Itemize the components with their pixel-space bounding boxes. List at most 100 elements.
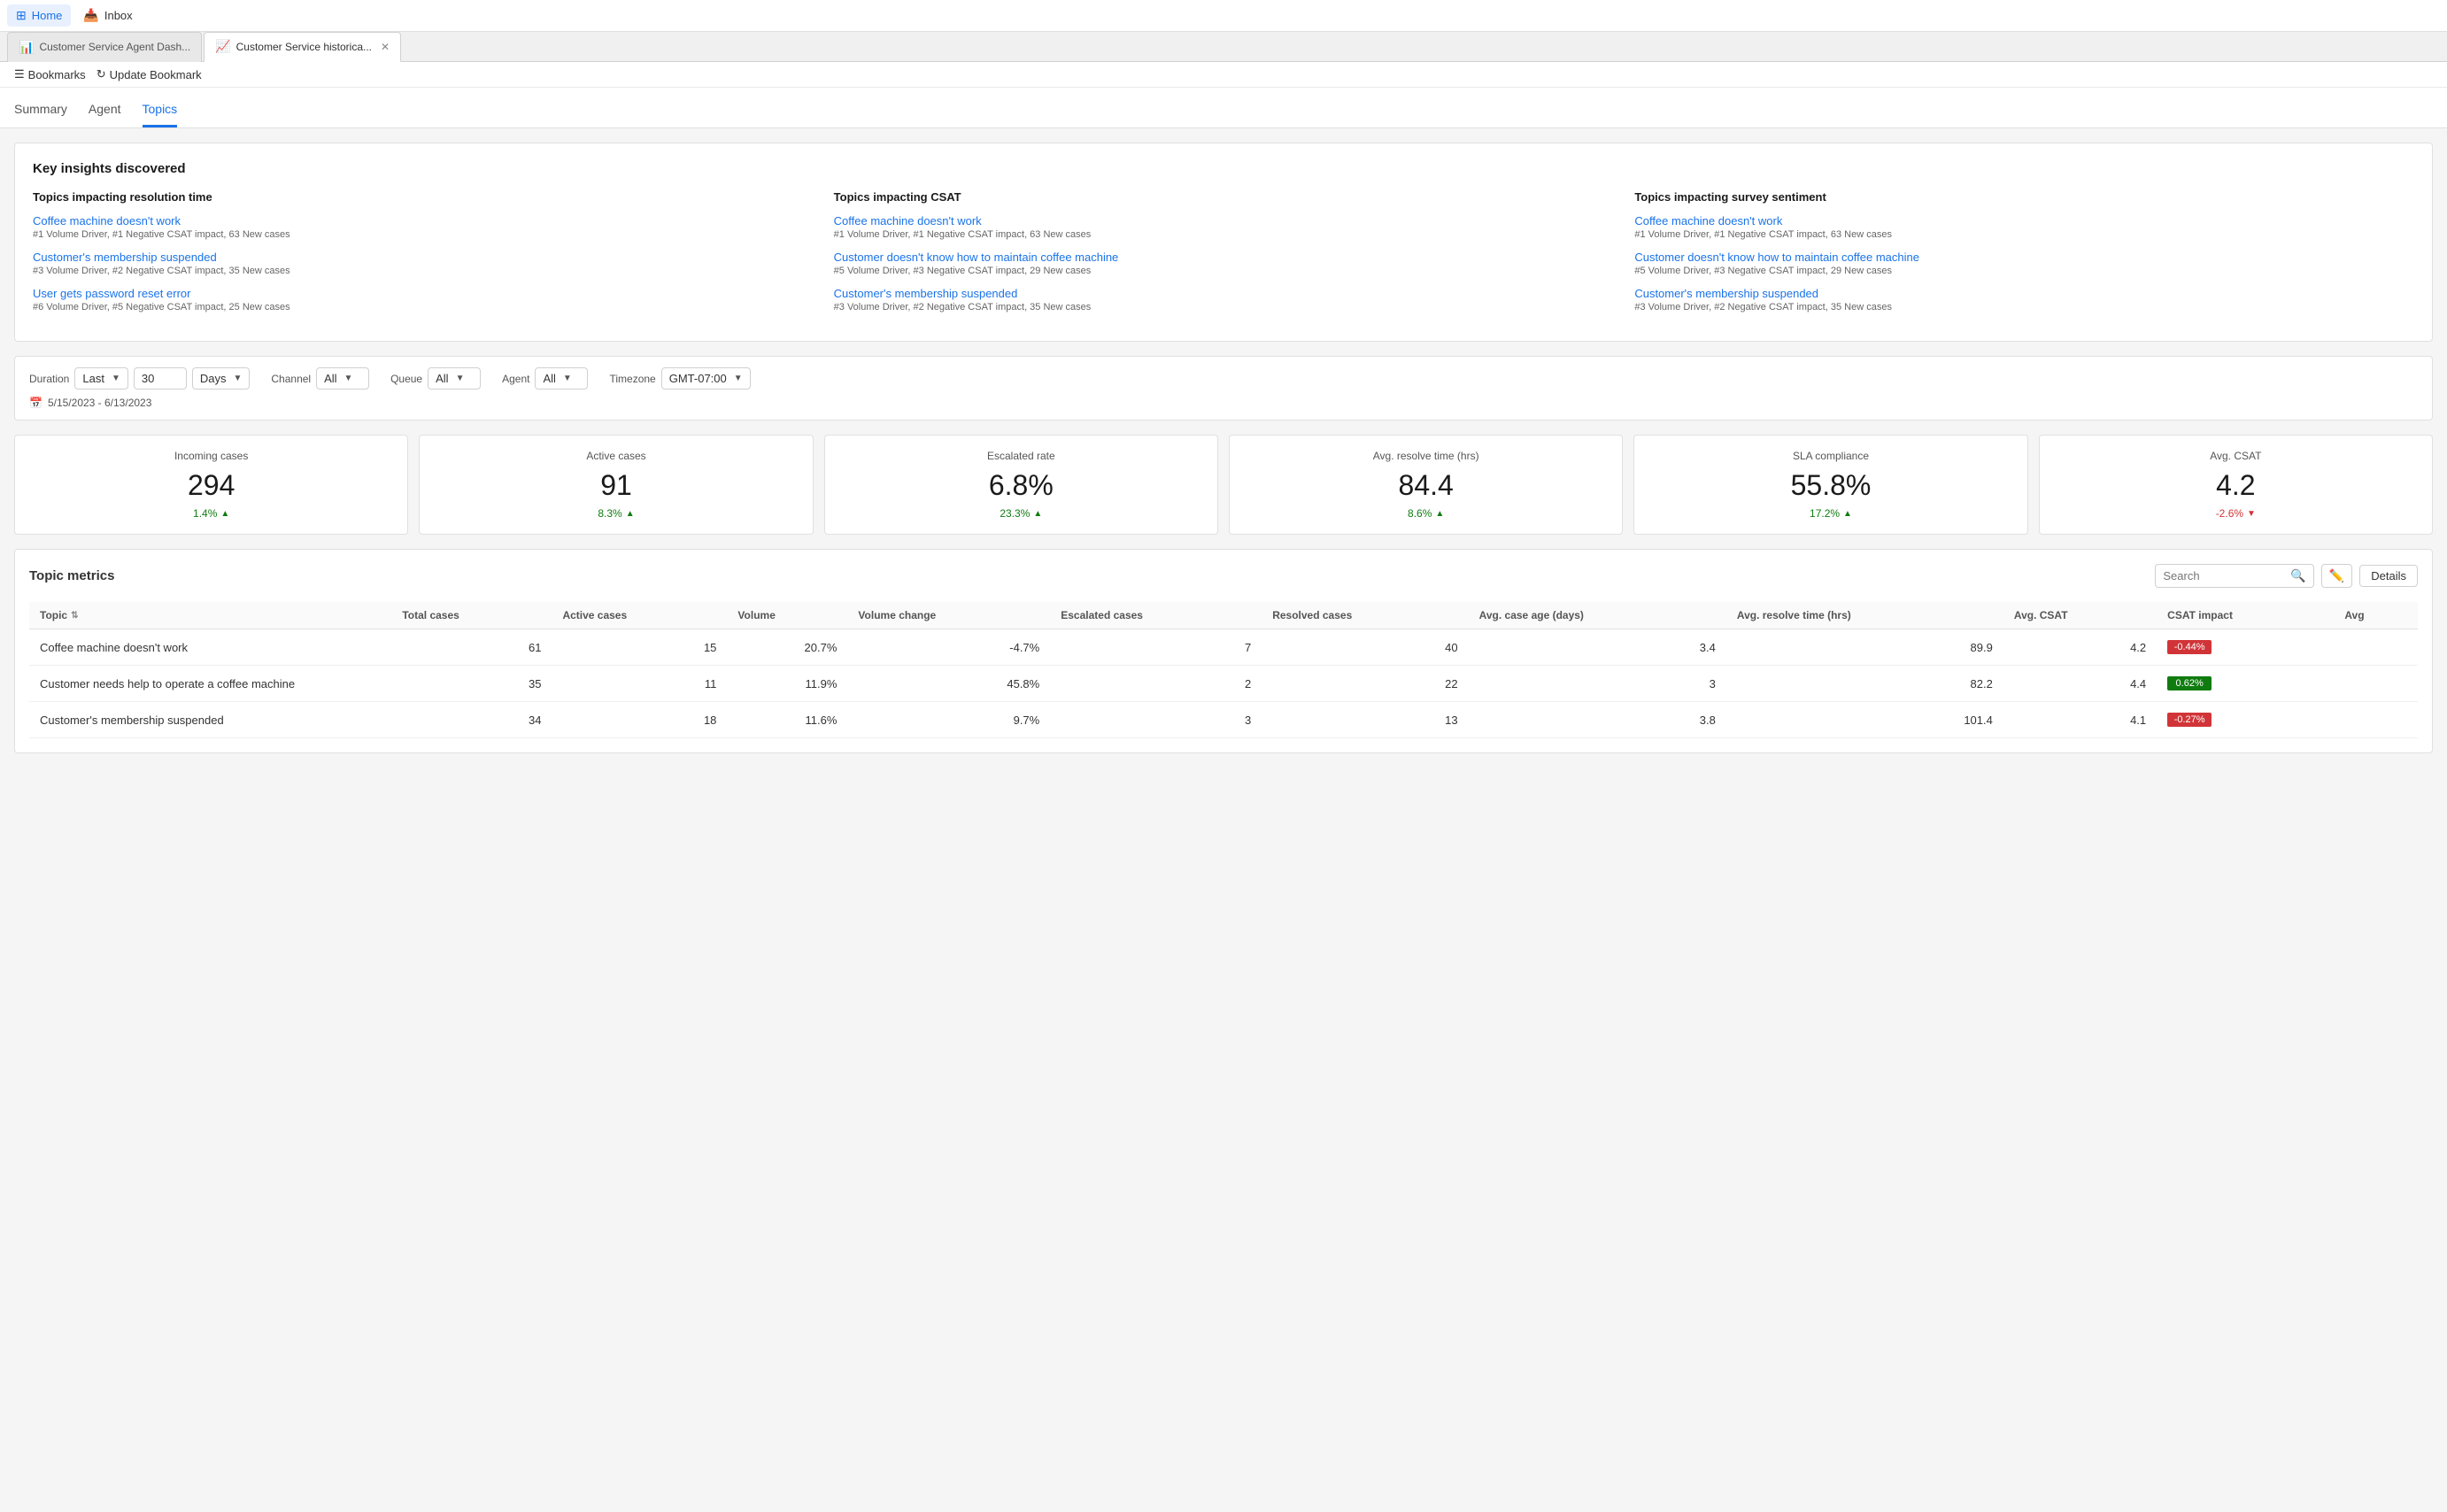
agent-label: Agent	[502, 373, 529, 385]
duration-suffix-select[interactable]: Days ▼	[192, 367, 251, 390]
th-avg-case-age: Avg. case age (days)	[1469, 602, 1726, 629]
edit-icon-button[interactable]: ✏️	[2321, 564, 2352, 588]
tab-topics[interactable]: Topics	[143, 95, 178, 127]
tab-agent[interactable]: Agent	[89, 95, 121, 127]
date-range-value: 5/15/2023 - 6/13/2023	[48, 397, 151, 409]
insight-link-3-1[interactable]: Coffee machine doesn't work	[1634, 214, 2414, 228]
cell-csat-impact: -0.44%	[2157, 629, 2334, 666]
table-body: Coffee machine doesn't work 61 15 20.7% …	[29, 629, 2418, 738]
insight-sub-1-3: #6 Volume Driver, #5 Negative CSAT impac…	[33, 302, 813, 312]
insight-link-1-2[interactable]: Customer's membership suspended	[33, 251, 813, 264]
agent-value: All	[543, 372, 555, 385]
topic-metrics-section: Topic metrics 🔍 ✏️ Details Topic	[14, 549, 2433, 753]
topic-metrics-table: Topic ⇅ Total cases Active cases	[29, 602, 2418, 738]
cell-avg-extra	[2334, 629, 2418, 666]
home-nav-button[interactable]: ⊞ Home	[7, 4, 71, 27]
insights-col-csat: Topics impacting CSAT Coffee machine doe…	[834, 190, 1614, 323]
insight-item: Coffee machine doesn't work #1 Volume Dr…	[33, 214, 813, 240]
timezone-select[interactable]: GMT-07:00 ▼	[661, 367, 751, 390]
insight-link-1-3[interactable]: User gets password reset error	[33, 287, 813, 300]
kpi-escalated-change: 23.3% ▲	[839, 507, 1203, 520]
top-nav: ⊞ Home 📥 Inbox	[7, 4, 142, 27]
inbox-nav-button[interactable]: 📥 Inbox	[74, 4, 141, 27]
cell-active-cases: 15	[552, 629, 727, 666]
cell-avg-extra	[2334, 702, 2418, 738]
timezone-value: GMT-07:00	[669, 372, 727, 385]
insight-item: User gets password reset error #6 Volume…	[33, 287, 813, 312]
update-bookmark-button[interactable]: ↻ Update Bookmark	[96, 67, 202, 81]
insight-link-3-3[interactable]: Customer's membership suspended	[1634, 287, 2414, 300]
csat-impact-bar: 0.62%	[2167, 676, 2212, 690]
kpi-active-value: 91	[434, 469, 798, 502]
metrics-title: Topic metrics	[29, 568, 114, 583]
chevron-icon: ▼	[456, 374, 465, 383]
tab-agent-dash-label: Customer Service Agent Dash...	[39, 41, 190, 53]
insight-link-2-2[interactable]: Customer doesn't know how to maintain co…	[834, 251, 1614, 264]
agent-select[interactable]: All ▼	[535, 367, 588, 390]
tab-agent-dash[interactable]: 📊 Customer Service Agent Dash...	[7, 32, 202, 62]
insight-link-2-1[interactable]: Coffee machine doesn't work	[834, 214, 1614, 228]
main-content: Key insights discovered Topics impacting…	[0, 128, 2447, 768]
channel-label: Channel	[271, 373, 311, 385]
metrics-header: Topic metrics 🔍 ✏️ Details	[29, 564, 2418, 588]
duration-value-select[interactable]: 30	[134, 367, 187, 390]
search-icon: 🔍	[2290, 568, 2305, 583]
home-label: Home	[32, 9, 63, 22]
kpi-row: Incoming cases 294 1.4% ▲ Active cases 9…	[14, 435, 2433, 535]
tab-summary[interactable]: Summary	[14, 95, 67, 127]
key-insights-card: Key insights discovered Topics impacting…	[14, 143, 2433, 342]
queue-label: Queue	[390, 373, 422, 385]
queue-select[interactable]: All ▼	[428, 367, 481, 390]
date-range: 📅 5/15/2023 - 6/13/2023	[29, 397, 2418, 409]
tab-agent-dash-icon: 📊	[19, 40, 34, 55]
kpi-escalated-value: 6.8%	[839, 469, 1203, 502]
up-arrow-icon: ▲	[220, 509, 229, 519]
up-arrow-icon: ▲	[1033, 509, 1042, 519]
kpi-escalated-rate: Escalated rate 6.8% 23.3% ▲	[824, 435, 1218, 535]
kpi-csat-change: -2.6% ▼	[2054, 507, 2418, 520]
th-total-cases: Total cases	[391, 602, 552, 629]
kpi-resolve-change: 8.6% ▲	[1244, 507, 1608, 520]
calendar-icon: 📅	[29, 397, 42, 409]
insight-link-1-1[interactable]: Coffee machine doesn't work	[33, 214, 813, 228]
cell-total-cases: 61	[391, 629, 552, 666]
up-arrow-icon: ▲	[1843, 509, 1852, 519]
th-topic-sort[interactable]: Topic ⇅	[40, 609, 381, 621]
metrics-actions: 🔍 ✏️ Details	[2155, 564, 2418, 588]
details-button[interactable]: Details	[2359, 565, 2418, 587]
th-volume: Volume	[727, 602, 847, 629]
kpi-incoming-value: 294	[29, 469, 393, 502]
cell-volume-change: -4.7%	[847, 629, 1050, 666]
duration-prefix-select[interactable]: Last ▼	[74, 367, 127, 390]
sort-icon: ⇅	[71, 611, 78, 621]
chevron-icon: ▼	[563, 374, 572, 383]
filter-queue: Queue All ▼	[390, 367, 481, 390]
th-total-sort[interactable]: Total cases	[402, 609, 541, 621]
kpi-sla-title: SLA compliance	[1648, 450, 2012, 462]
bookmarks-icon: ☰	[14, 67, 25, 81]
th-volume-change: Volume change	[847, 602, 1050, 629]
insight-link-3-2[interactable]: Customer doesn't know how to maintain co…	[1634, 251, 2414, 264]
cell-topic: Customer's membership suspended	[29, 702, 391, 738]
search-input[interactable]	[2163, 569, 2287, 582]
table-container: Topic ⇅ Total cases Active cases	[29, 602, 2418, 738]
tab-historical[interactable]: 📈 Customer Service historica... ✕	[204, 32, 401, 62]
tab-close-button[interactable]: ✕	[381, 41, 390, 53]
insight-sub-2-3: #3 Volume Driver, #2 Negative CSAT impac…	[834, 302, 1614, 312]
table-row: Customer needs help to operate a coffee …	[29, 666, 2418, 702]
filters-row: Duration Last ▼ 30 Days ▼ Channel All ▼	[14, 356, 2433, 420]
cell-avg-case-age: 3.4	[1469, 629, 1726, 666]
kpi-resolve-value: 84.4	[1244, 469, 1608, 502]
insights-col-resolution: Topics impacting resolution time Coffee …	[33, 190, 813, 323]
insights-title: Key insights discovered	[33, 161, 2414, 176]
kpi-active-change: 8.3% ▲	[434, 507, 798, 520]
channel-select[interactable]: All ▼	[316, 367, 369, 390]
insight-sub-2-2: #5 Volume Driver, #3 Negative CSAT impac…	[834, 266, 1614, 276]
kpi-sla-change: 17.2% ▲	[1648, 507, 2012, 520]
filter-duration: Duration Last ▼ 30 Days ▼	[29, 367, 250, 390]
filter-controls: Duration Last ▼ 30 Days ▼ Channel All ▼	[29, 367, 2418, 390]
cell-resolved: 13	[1262, 702, 1468, 738]
insight-link-2-3[interactable]: Customer's membership suspended	[834, 287, 1614, 300]
insight-sub-1-1: #1 Volume Driver, #1 Negative CSAT impac…	[33, 229, 813, 240]
bookmarks-button[interactable]: ☰ Bookmarks	[14, 67, 86, 81]
